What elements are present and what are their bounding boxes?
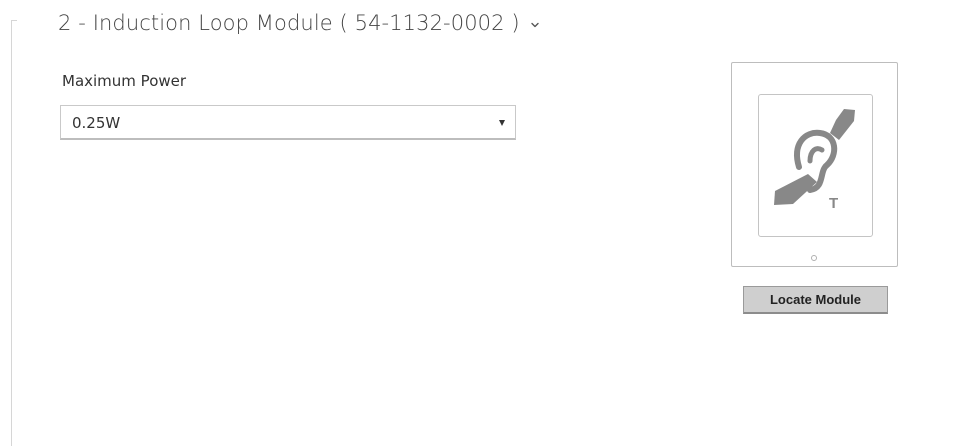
maximum-power-select[interactable]: 0.25W	[60, 105, 516, 140]
icon-letter-t: T	[829, 195, 838, 212]
hearing-loop-t-icon: T	[774, 109, 855, 212]
section-header[interactable]: 2 - Induction Loop Module ( 54-1132-0002…	[58, 5, 540, 41]
section-frame-tick	[11, 20, 17, 21]
locate-module-button[interactable]: Locate Module	[743, 286, 888, 314]
status-led	[811, 255, 817, 261]
module-face-panel: T	[758, 94, 873, 237]
section-frame-line	[11, 20, 12, 446]
chevron-down-icon	[530, 22, 539, 28]
module-settings-page: 2 - Induction Loop Module ( 54-1132-0002…	[0, 0, 975, 446]
section-title: 2 - Induction Loop Module ( 54-1132-0002…	[58, 11, 520, 35]
module-preview: T	[731, 62, 898, 267]
dropdown-arrow-icon	[499, 120, 505, 126]
maximum-power-value: 0.25W	[72, 114, 121, 132]
maximum-power-label: Maximum Power	[62, 72, 187, 90]
